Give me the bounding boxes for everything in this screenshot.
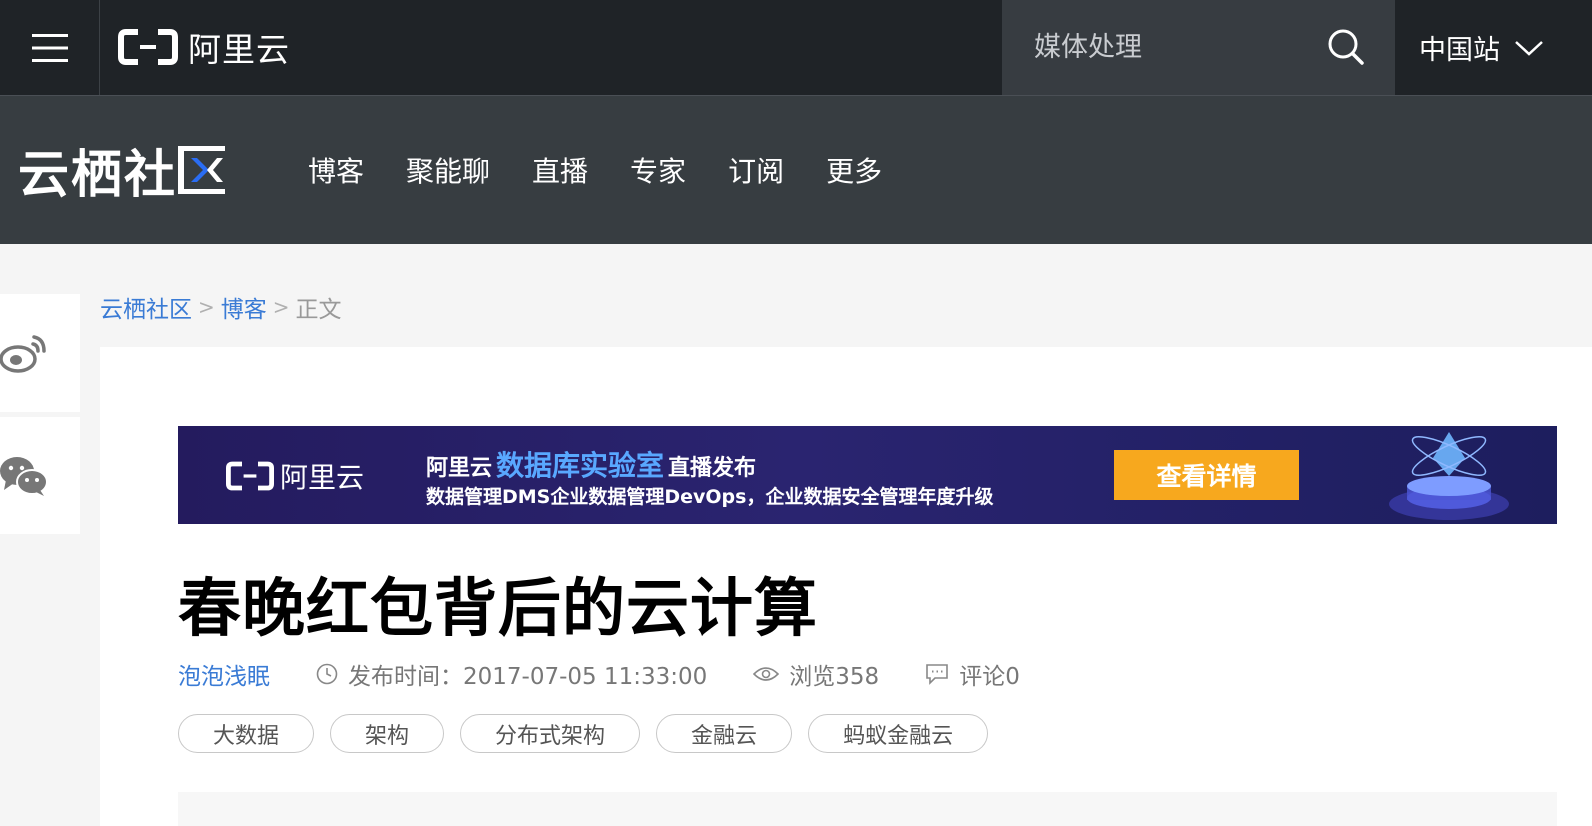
nav-item-juneng[interactable]: 聚能聊 xyxy=(406,150,490,190)
eye-icon xyxy=(753,667,780,681)
tag-big-data[interactable]: 大数据 xyxy=(178,714,315,753)
aliyun-logo-icon xyxy=(118,29,178,65)
nav-item-more[interactable]: 更多 xyxy=(826,150,882,190)
search-input[interactable] xyxy=(1034,32,1324,63)
view-count: 浏览358 xyxy=(753,657,879,691)
tag-list: 大数据 架构 分布式架构 金融云 蚂蚁金融云 xyxy=(178,714,1004,753)
nav-item-live[interactable]: 直播 xyxy=(532,150,588,190)
brand-text: 云栖社 xyxy=(18,146,178,205)
banner-logo: 阿里云 xyxy=(226,456,364,496)
banner-details-button[interactable]: 查看详情 xyxy=(1114,450,1299,500)
main-nav: 博客 聚能聊 直播 专家 订阅 更多 xyxy=(308,96,924,244)
chevron-down-icon xyxy=(1515,40,1543,56)
view-count-text: 浏览358 xyxy=(789,664,880,690)
breadcrumb-separator: > xyxy=(272,295,290,319)
share-weibo-button[interactable] xyxy=(0,294,80,412)
nav-item-experts[interactable]: 专家 xyxy=(630,150,686,190)
weibo-icon xyxy=(0,335,46,373)
banner-headline-prefix: 阿里云 xyxy=(426,456,493,481)
breadcrumb-separator: > xyxy=(198,295,215,319)
logo-text: 阿里云 xyxy=(188,30,290,69)
article-body-start xyxy=(178,792,1557,826)
article-meta: 泡泡浅眠 发布时间：2017-07-05 11:33:00 浏览358 评论0 xyxy=(178,656,1066,692)
region-selector[interactable]: 中国站 xyxy=(1395,0,1592,95)
author-link[interactable]: 泡泡浅眠 xyxy=(178,657,270,691)
banner-headline-highlight: 数据库实验室 xyxy=(496,449,665,482)
tag-distributed-architecture[interactable]: 分布式架构 xyxy=(460,714,641,753)
clock-icon xyxy=(316,663,338,685)
brand-mark-icon xyxy=(178,146,226,194)
banner-headline-suffix: 直播发布 xyxy=(668,456,757,481)
aliyun-logo-icon xyxy=(226,461,274,491)
banner-headline: 阿里云 数据库实验室 直播发布 xyxy=(426,444,756,484)
tag-ant-finance-cloud[interactable]: 蚂蚁金融云 xyxy=(808,714,989,753)
publish-time: 发布时间：2017-07-05 11:33:00 xyxy=(316,657,707,691)
banner-subline: 数据管理DMS企业数据管理DevOps，企业数据安全管理年度升级 xyxy=(426,486,994,508)
nav-item-blog[interactable]: 博客 xyxy=(308,150,364,190)
menu-button[interactable] xyxy=(0,0,100,95)
wechat-icon xyxy=(0,456,48,496)
community-navbar: 云栖社 博客 聚能聊 直播 专家 订阅 更多 xyxy=(0,96,1592,244)
aliyun-logo[interactable]: 阿里云 xyxy=(118,26,290,69)
search-icon[interactable] xyxy=(1327,28,1365,66)
search-box xyxy=(1002,0,1395,95)
breadcrumb-blog[interactable]: 博客 xyxy=(221,290,267,324)
comment-icon xyxy=(926,664,948,685)
comment-count[interactable]: 评论0 xyxy=(925,657,1020,691)
comment-count-text: 评论0 xyxy=(959,664,1020,690)
publish-time-text: 发布时间：2017-07-05 11:33:00 xyxy=(348,664,708,690)
breadcrumb-current: 正文 xyxy=(295,297,342,323)
share-wechat-button[interactable] xyxy=(0,417,80,534)
ad-banner[interactable]: 阿里云 阿里云 数据库实验室 直播发布 数据管理DMS企业数据管理DevOps，企业… xyxy=(178,426,1557,524)
article-title: 春晚红包背后的云计算 xyxy=(178,572,818,645)
breadcrumb-community[interactable]: 云栖社区 xyxy=(100,290,192,324)
yunqi-community-logo[interactable]: 云栖社 xyxy=(18,142,227,205)
menu-icon xyxy=(31,33,68,62)
breadcrumb: 云栖社区 > 博客 > 正文 xyxy=(100,290,342,324)
database-hologram-icon xyxy=(1389,432,1509,520)
region-label: 中国站 xyxy=(1419,35,1500,66)
top-bar: 阿里云 中国站 xyxy=(0,0,1592,96)
tag-finance-cloud[interactable]: 金融云 xyxy=(656,714,793,753)
nav-item-subscribe[interactable]: 订阅 xyxy=(728,150,784,190)
tag-architecture[interactable]: 架构 xyxy=(330,714,445,753)
banner-logo-text: 阿里云 xyxy=(280,461,365,494)
